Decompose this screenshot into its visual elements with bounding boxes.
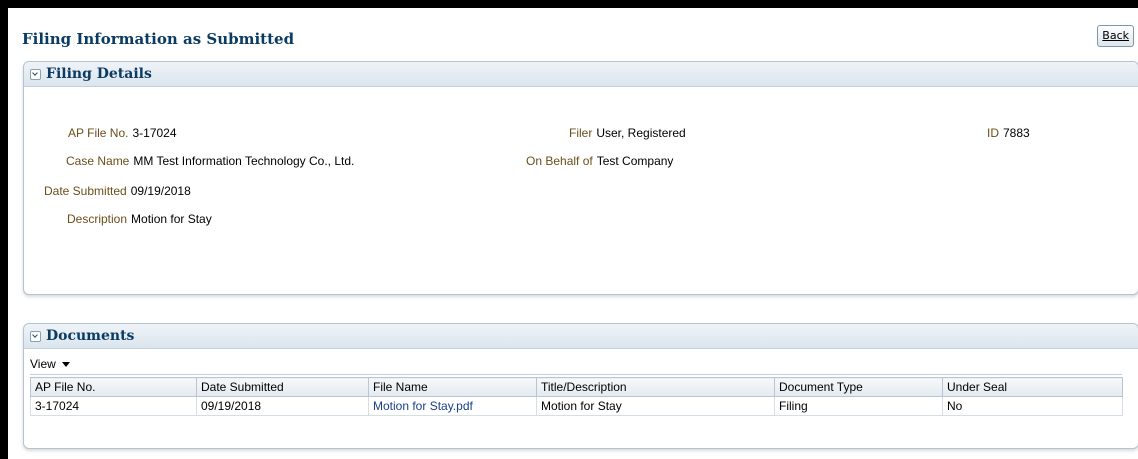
dropdown-caret-icon — [61, 361, 70, 367]
column-header-document-type[interactable]: Document Type — [774, 377, 943, 397]
id-field: ID 7883 — [987, 126, 1030, 140]
id-label: ID — [987, 126, 999, 140]
description-value: Motion for Stay — [131, 212, 212, 226]
page: Filing Information as Submitted Back Fil… — [8, 8, 1138, 459]
ap-file-no-value: 3-17024 — [132, 126, 177, 140]
case-name-value: MM Test Information Technology Co., Ltd. — [133, 154, 355, 168]
filer-field: Filer User, Registered — [569, 126, 686, 140]
documents-title: Documents — [46, 328, 135, 344]
view-menu-label: View — [30, 357, 56, 371]
page-title: Filing Information as Submitted — [22, 30, 295, 48]
filer-label: Filer — [569, 126, 593, 140]
documents-header[interactable]: Documents — [24, 324, 1138, 349]
id-value: 7883 — [1003, 126, 1030, 140]
column-header-file-name[interactable]: File Name — [368, 377, 537, 397]
cell-document-type: Filing — [774, 396, 943, 416]
column-header-title-description[interactable]: Title/Description — [536, 377, 775, 397]
filer-value: User, Registered — [596, 126, 686, 140]
cell-ap-file-no: 3-17024 — [30, 396, 197, 416]
column-header-date-submitted[interactable]: Date Submitted — [196, 377, 369, 397]
date-submitted-label: Date Submitted — [44, 184, 127, 198]
collapse-icon[interactable] — [30, 68, 41, 80]
cell-date-submitted: 09/19/2018 — [196, 396, 369, 416]
table-row[interactable]: 3-17024 09/19/2018 Motion for Stay.pdf M… — [30, 396, 1123, 416]
case-name-field: Case Name MM Test Information Technology … — [66, 154, 354, 168]
view-menu[interactable]: View — [30, 357, 70, 371]
filing-details-panel: Filing Details AP File No. 3-17024 Case N… — [23, 61, 1138, 295]
table-header-row: AP File No. Date Submitted File Name Tit… — [30, 377, 1123, 397]
ap-file-no-label: AP File No. — [68, 126, 129, 140]
description-field: Description Motion for Stay — [67, 212, 212, 226]
back-button[interactable]: Back — [1097, 25, 1134, 47]
column-header-under-seal[interactable]: Under Seal — [942, 377, 1123, 397]
documents-table: AP File No. Date Submitted File Name Tit… — [30, 377, 1123, 416]
cell-under-seal: No — [942, 396, 1123, 416]
on-behalf-of-value: Test Company — [596, 154, 674, 168]
date-submitted-field: Date Submitted 09/19/2018 — [44, 184, 191, 198]
on-behalf-of-field: On Behalf of Test Company — [526, 154, 673, 168]
date-submitted-value: 09/19/2018 — [130, 184, 191, 198]
documents-panel: Documents View AP File No. Date Submitte… — [23, 323, 1138, 449]
description-label: Description — [67, 212, 128, 226]
filing-details-title: Filing Details — [46, 66, 152, 82]
ap-file-no-field: AP File No. 3-17024 — [68, 126, 177, 140]
case-name-label: Case Name — [66, 154, 130, 168]
on-behalf-of-label: On Behalf of — [526, 154, 593, 168]
filing-details-header[interactable]: Filing Details — [24, 62, 1138, 87]
documents-toolbar: View — [30, 354, 1122, 375]
cell-file-name-link[interactable]: Motion for Stay.pdf — [368, 396, 537, 416]
cell-title-description: Motion for Stay — [536, 396, 775, 416]
column-header-ap-file-no[interactable]: AP File No. — [30, 377, 197, 397]
collapse-icon[interactable] — [30, 330, 41, 342]
